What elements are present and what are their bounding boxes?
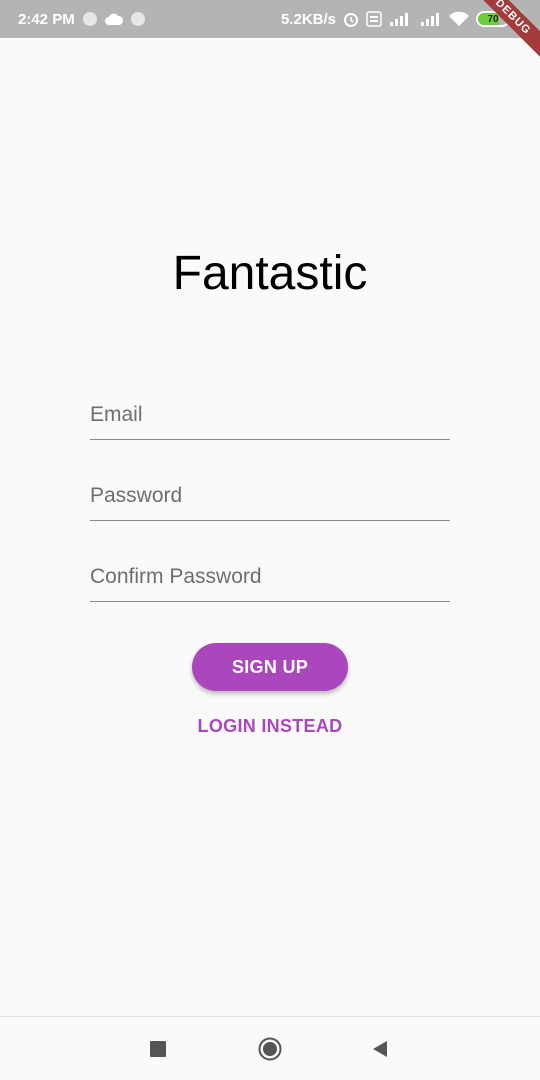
notification-dot-icon [82, 12, 97, 26]
battery-level: 70 [487, 13, 499, 25]
back-icon[interactable] [368, 1037, 392, 1061]
network-speed: 5.2KB/s [280, 10, 336, 28]
confirm-password-field-container [90, 552, 450, 602]
notification-dot-icon [130, 12, 145, 26]
password-field[interactable] [90, 471, 450, 520]
volte-icon [366, 11, 382, 27]
email-field[interactable] [90, 390, 450, 439]
status-time: 2:42 PM [18, 10, 75, 28]
navigation-bar [0, 1016, 540, 1080]
cloud-icon [104, 12, 123, 26]
signal-4g-icon [388, 11, 414, 27]
recent-apps-icon[interactable] [146, 1037, 170, 1061]
page-title: Fantastic [172, 247, 368, 300]
signal-icon [420, 11, 442, 27]
alarm-icon [342, 10, 360, 28]
email-field-container [90, 390, 450, 440]
signup-button[interactable]: SIGN UP [192, 643, 348, 691]
login-instead-button[interactable]: LOGIN INSTEAD [0, 714, 540, 738]
password-field-container [90, 471, 450, 521]
confirm-password-field[interactable] [90, 552, 450, 601]
status-left: 2:42 PM [18, 11, 145, 28]
home-icon[interactable] [258, 1037, 282, 1061]
status-right: 5.2KB/s 70 [281, 10, 526, 28]
status-bar: 2:42 PM 5.2KB/s 70 [0, 0, 540, 38]
wifi-icon [448, 11, 470, 27]
